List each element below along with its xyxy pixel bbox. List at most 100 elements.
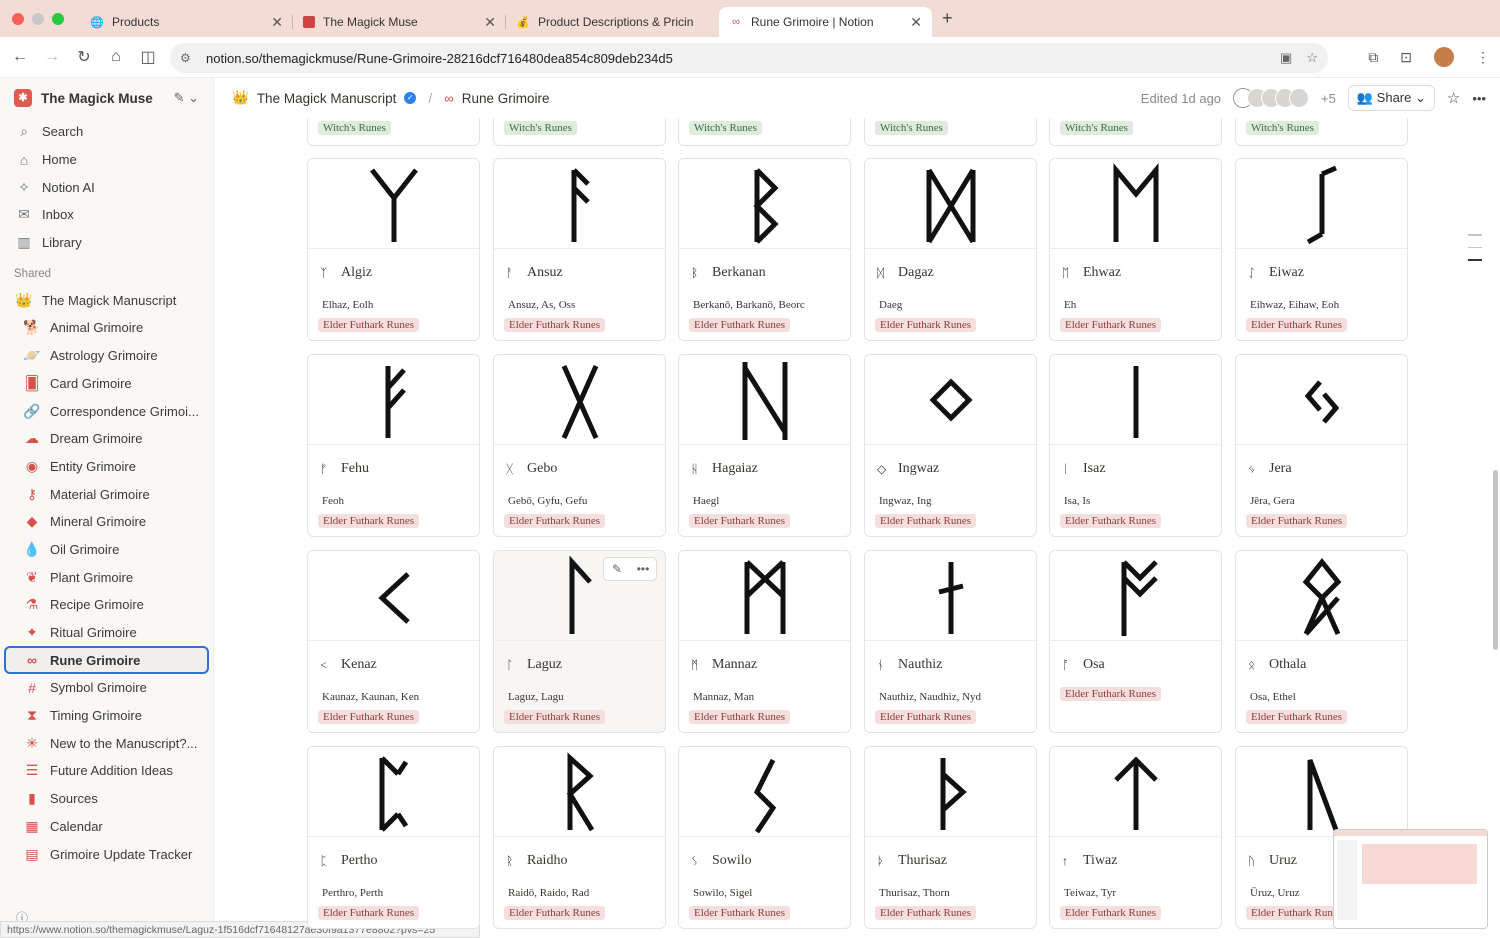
sidebar-item-home[interactable]: ⌂ Home [0, 146, 213, 174]
new-tab-button[interactable]: + [942, 8, 953, 29]
edit-icon[interactable]: ✎ [604, 558, 630, 580]
sidebar-item-search[interactable]: ⌕ Search [0, 118, 213, 146]
rune-card-ehwaz[interactable]: ᛖ Ehwaz Eh Elder Futhark Runes [1049, 158, 1222, 341]
rune-card-berkanan[interactable]: ᛒ Berkanan Berkanō, Barkanō, Beorc Elder Fu… [678, 158, 851, 341]
more-options-icon[interactable]: ••• [630, 558, 656, 580]
sidebar-item-inbox[interactable]: ✉ Inbox [0, 201, 213, 229]
partial-card[interactable]: Witch's Runes [864, 118, 1037, 146]
sidebar-item-timing-grimoire[interactable]: ⧗ Timing Grimoire [0, 702, 213, 730]
sidebar-item-recipe-grimoire[interactable]: ⚗ Recipe Grimoire [0, 591, 213, 619]
sidebar-item-symbol-grimoire[interactable]: # Symbol Grimoire [0, 674, 213, 702]
partial-card[interactable]: Witch's Runes [493, 118, 666, 146]
scrollbar[interactable] [1493, 470, 1498, 650]
rune-card-pertho[interactable]: ᛈ Pertho Perthro, Perth Elder Futhark Runes [307, 746, 480, 929]
close-tab-icon[interactable]: ✕ [484, 14, 496, 31]
sidebar-item-mineral-grimoire[interactable]: ◆ Mineral Grimoire [0, 508, 213, 536]
browser-menu-icon[interactable]: ⋮ [1476, 49, 1490, 66]
browser-tab[interactable]: 💰 Product Descriptions & Pricin [506, 7, 719, 37]
sidebar-item-astrology-grimoire[interactable]: 🪐 Astrology Grimoire [0, 342, 213, 370]
rune-small-icon: ᚺ [691, 461, 699, 476]
rune-name: Eiwaz [1269, 265, 1304, 280]
rune-card-eiwaz[interactable]: ᛇ Eiwaz Eihwaz, Eihaw, Eoh Elder Futhark Ru… [1235, 158, 1408, 341]
rune-card-osa[interactable]: ᚩ Osa Elder Futhark Runes [1049, 550, 1222, 733]
bookmark-star-icon[interactable]: ☆ [1306, 50, 1318, 66]
sidebar-item-future-addition-ideas[interactable]: ☰ Future Addition Ideas [0, 757, 213, 785]
rune-card-tiwaz[interactable]: ↑ Tiwaz Teiwaz, Tyr Elder Futhark Runes [1049, 746, 1222, 929]
sidebar-item-grimoire-update-tracker[interactable]: ▤ Grimoire Update Tracker [0, 840, 213, 868]
breadcrumb-current[interactable]: Rune Grimoire [462, 91, 550, 106]
screenshot-thumbnail[interactable] [1333, 829, 1488, 929]
rune-card-hagaiaz[interactable]: ᚺ Hagaiaz Haegl Elder Futhark Runes [678, 354, 851, 537]
rune-card-dagaz[interactable]: ᛞ Dagaz Daeg Elder Futhark Runes [864, 158, 1037, 341]
favorite-star-icon[interactable]: ☆ [1447, 89, 1460, 107]
sidebar-item-sources[interactable]: ▮ Sources [0, 785, 213, 813]
rune-card-jera[interactable]: ᛃ Jera Jēra, Gera Elder Futhark Runes [1235, 354, 1408, 537]
rune-small-icon: ᚠ [320, 461, 328, 476]
collaborator-avatars[interactable] [1233, 88, 1310, 108]
rune-card-othala[interactable]: ᛟ Othala Osa, Ethel Elder Futhark Runes [1235, 550, 1408, 733]
sidebar-item-new-to-the-manuscript[interactable]: ✳ New to the Manuscript?... [0, 729, 213, 757]
browser-tab[interactable]: The Magick Muse ✕ [293, 7, 506, 37]
partial-card[interactable]: Witch's Runes [1049, 118, 1222, 146]
notion-extension-icon[interactable]: ▣ [1280, 50, 1292, 66]
share-button[interactable]: 👥 Share ⌄ [1347, 85, 1435, 111]
new-page-icon[interactable]: ✎ ⌄ [174, 90, 199, 106]
rune-card-raidho[interactable]: ᚱ Raidho Raidō, Raido, Rad Elder Futhark Ru… [493, 746, 666, 929]
sidebar-item-oil-grimoire[interactable]: 💧 Oil Grimoire [0, 536, 213, 564]
close-tab-icon[interactable]: ✕ [271, 14, 283, 31]
breadcrumb-parent[interactable]: The Magick Manuscript [257, 91, 397, 106]
table-of-contents-indicator[interactable] [1468, 234, 1482, 272]
site-settings-icon[interactable]: ⚙ [180, 51, 198, 65]
sidebar-item-library[interactable]: ▥ Library [0, 229, 213, 257]
partial-card[interactable]: Witch's Runes [1235, 118, 1408, 146]
minimize-window-button[interactable] [32, 12, 44, 25]
sidebar-item-rune-grimoire[interactable]: ∞ Rune Grimoire [4, 646, 209, 675]
card-title: ᚱ Raidho [494, 837, 665, 875]
rune-card-ingwaz[interactable]: ◇ Ingwaz Ingwaz, Ing Elder Futhark Runes [864, 354, 1037, 537]
ai-icon: ✧ [18, 178, 30, 195]
rune-card-laguz[interactable]: ✎ ••• ᛚ Laguz Laguz, Lagu Elder Futhark Runes [493, 550, 666, 733]
sidebar-item-card-grimoire[interactable]: 🂠 Card Grimoire [0, 370, 213, 398]
rune-card-nauthiz[interactable]: ᚾ Nauthiz Nauthiz, Naudhiz, Nyd Elder Futha… [864, 550, 1037, 733]
rune-card-algiz[interactable]: ᛉ Algiz Elhaz, Eolh Elder Futhark Runes [307, 158, 480, 341]
sidebar-item-material-grimoire[interactable]: ⚷ Material Grimoire [0, 480, 213, 508]
back-arrow-icon[interactable]: ← [4, 48, 36, 66]
rune-card-isaz[interactable]: ᛁ Isaz Isa, Is Elder Futhark Runes [1049, 354, 1222, 537]
maximize-window-button[interactable] [52, 12, 64, 25]
rune-card-kenaz[interactable]: < Kenaz Kaunaz, Kaunan, Ken Elder Futhark R… [307, 550, 480, 733]
home-button-icon[interactable]: ⌂ [100, 48, 132, 66]
partial-card[interactable]: Witch's Runes [678, 118, 851, 146]
extensions-icon[interactable]: ⧉ [1368, 49, 1378, 66]
close-window-button[interactable] [12, 12, 24, 25]
sidebar-item-animal-grimoire[interactable]: 🐕 Animal Grimoire [0, 314, 213, 342]
sidebar-item-ritual-grimoire[interactable]: ✦ Ritual Grimoire [0, 619, 213, 647]
sidebar-item-correspondence-grimoi[interactable]: 🔗 Correspondence Grimoi... [0, 397, 213, 425]
rune-alias: Osa, Ethel [1250, 691, 1296, 703]
rune-card-fehu[interactable]: ᚠ Fehu Feoh Elder Futhark Runes [307, 354, 480, 537]
split-view-icon[interactable]: ◫ [132, 47, 164, 67]
rune-card-mannaz[interactable]: ᛗ Mannaz Mannaz, Man Elder Futhark Runes [678, 550, 851, 733]
card-title: ᛁ Isaz [1050, 445, 1221, 483]
sidebar-item-dream-grimoire[interactable]: ☁ Dream Grimoire [0, 425, 213, 453]
rune-card-sowilo[interactable]: ᛊ Sowilo Sowilo, Sigel Elder Futhark Runes [678, 746, 851, 929]
workspace-switcher[interactable]: ✱ The Magick Muse ✎ ⌄ [0, 78, 213, 118]
sidebar-item-calendar[interactable]: ▦ Calendar [0, 813, 213, 841]
reload-icon[interactable]: ↻ [68, 47, 100, 67]
rune-card-gebo[interactable]: ᚷ Gebo Gebō, Gyfu, Gefu Elder Futhark Runes [493, 354, 666, 537]
rune-card-thurisaz[interactable]: ᚦ Thurisaz Thurisaz, Thorn Elder Futhark Ru… [864, 746, 1037, 929]
sidebar-item-entity-grimoire[interactable]: ◉ Entity Grimoire [0, 453, 213, 481]
tab-search-icon[interactable]: ⊡ [1400, 49, 1412, 66]
sidebar-item-notion-ai[interactable]: ✧ Notion AI [0, 173, 213, 201]
rune-card-ansuz[interactable]: ᚨ Ansuz Ansuz, As, Oss Elder Futhark Runes [493, 158, 666, 341]
close-tab-icon[interactable]: ✕ [910, 14, 922, 31]
browser-tab-active[interactable]: ∞ Rune Grimoire | Notion ✕ [719, 7, 932, 37]
sidebar-item-plant-grimoire[interactable]: ❦ Plant Grimoire [0, 563, 213, 591]
address-bar[interactable]: ⚙ notion.so/themagickmuse/Rune-Grimoire-… [170, 43, 1328, 73]
more-options-icon[interactable]: ••• [1472, 91, 1486, 106]
forward-arrow-icon[interactable]: → [36, 48, 68, 66]
profile-avatar[interactable] [1434, 47, 1454, 67]
collaborator-count[interactable]: +5 [1321, 91, 1336, 106]
partial-card[interactable]: Witch's Runes [307, 118, 480, 146]
browser-tab[interactable]: 🌐 Products ✕ [80, 7, 293, 37]
sidebar-item-the-magick-manuscript[interactable]: 👑 The Magick Manuscript [0, 286, 213, 314]
